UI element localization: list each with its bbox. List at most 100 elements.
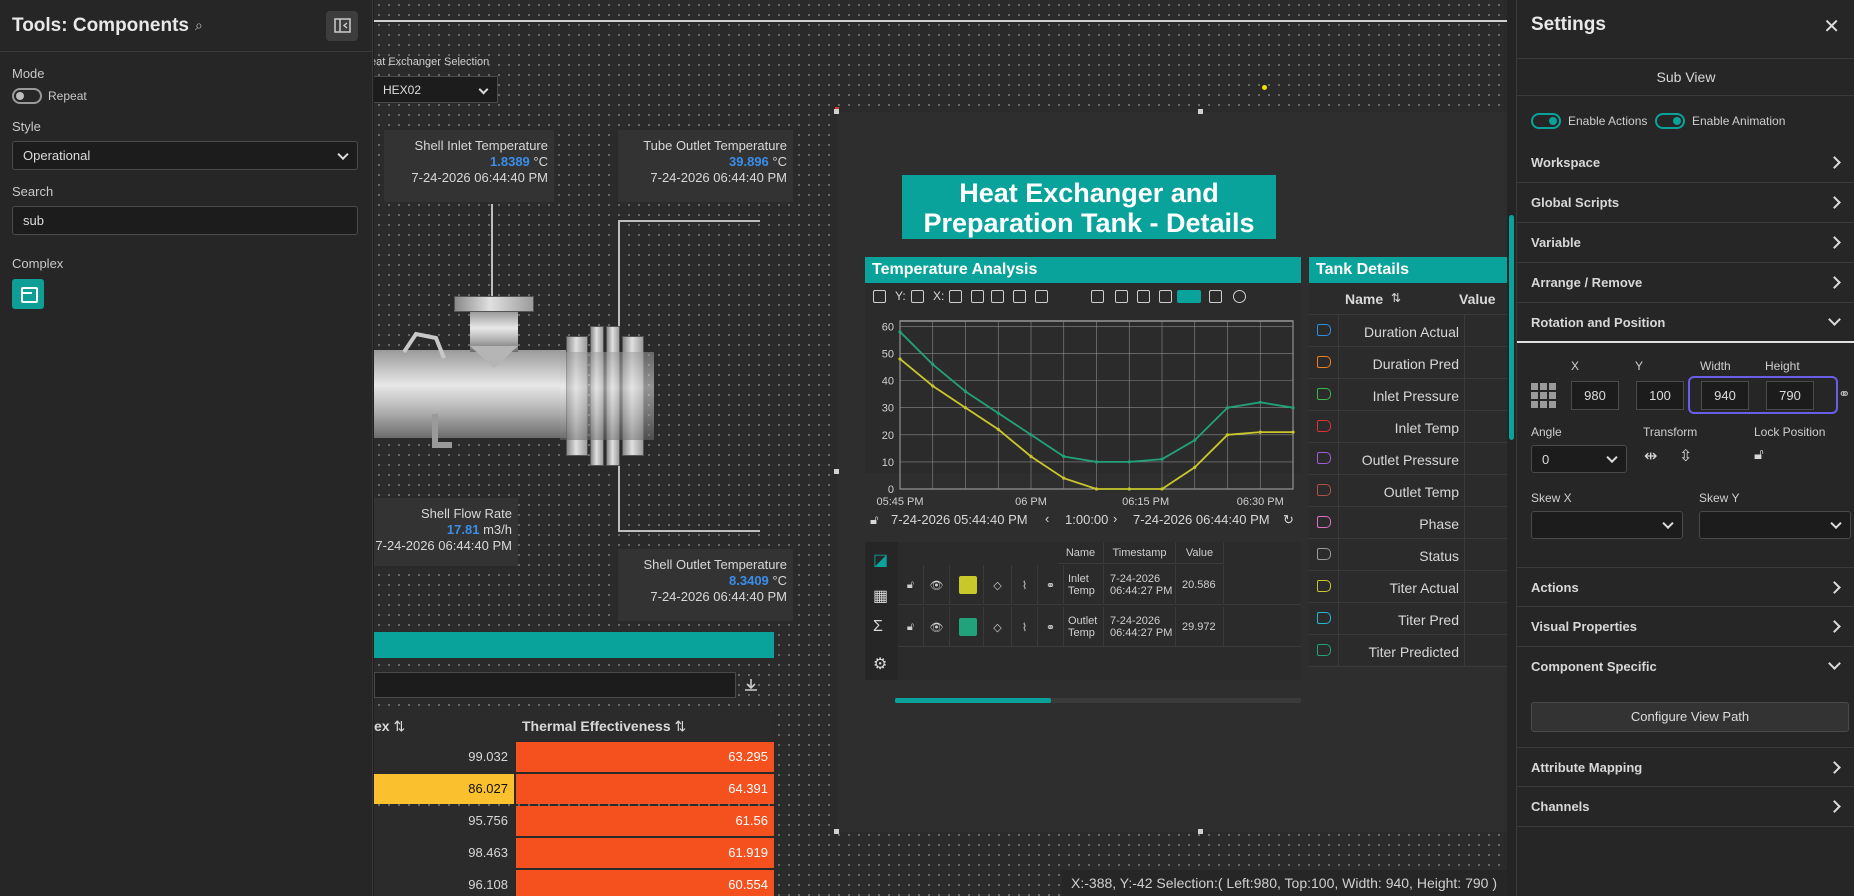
tag-icon[interactable] <box>1317 644 1331 656</box>
tank-row[interactable]: Titer Pred <box>1309 603 1507 635</box>
tag-icon[interactable] <box>1317 516 1331 528</box>
width-input[interactable]: 940 <box>1701 381 1749 410</box>
scrollbar-thumb[interactable] <box>895 698 1051 703</box>
resize-handle[interactable] <box>1198 829 1203 834</box>
flip-vertical-icon[interactable]: ⇳ <box>1679 446 1692 466</box>
section-component-specific[interactable]: Component Specific <box>1517 647 1854 687</box>
range-duration[interactable]: 1:00:00 <box>1065 512 1108 527</box>
download-icon[interactable] <box>1091 290 1104 303</box>
y-scale-icon[interactable] <box>911 290 924 303</box>
pin-icon[interactable]: ⌇ <box>1012 565 1038 605</box>
tag-icon[interactable] <box>1317 420 1331 432</box>
pan-icon[interactable] <box>1159 290 1172 303</box>
subview-component-icon[interactable] <box>12 279 44 309</box>
tank-row[interactable]: Inlet Pressure <box>1309 379 1507 411</box>
lower-table-col2-header[interactable]: Thermal Effectiveness ⇅ <box>516 711 774 741</box>
tank-row[interactable]: Outlet Temp <box>1309 475 1507 507</box>
lower-table-search[interactable] <box>374 672 736 698</box>
chevron-left-icon[interactable]: ‹ <box>1045 511 1049 526</box>
link-icon[interactable]: ⚭ <box>1838 385 1851 403</box>
range-start[interactable]: 7-24-2026 05:44:40 PM <box>891 512 1028 527</box>
lock-icon[interactable]: 🔓︎ <box>898 565 924 605</box>
x-input[interactable]: 980 <box>1571 381 1619 410</box>
canvas-scrollbar[interactable] <box>1507 0 1516 896</box>
enable-animation-toggle[interactable] <box>1655 113 1685 129</box>
temperature-chart[interactable]: 0 10 20 30 40 50 60 05:45 PM 06 PM 06:15 PM 06:30 … <box>865 311 1301 508</box>
tank-row[interactable]: Duration Actual <box>1309 315 1507 347</box>
repeat-toggle[interactable] <box>12 88 42 104</box>
section-visual-properties[interactable]: Visual Properties <box>1517 607 1854 647</box>
hex-selection-select[interactable]: HEX02 <box>374 76 498 103</box>
tag-icon[interactable] <box>1317 484 1331 496</box>
resize-handle[interactable] <box>834 109 839 114</box>
height-input[interactable]: 790 <box>1766 381 1814 410</box>
trend-icon[interactable] <box>1013 290 1026 303</box>
resize-handle[interactable] <box>834 829 839 834</box>
section-channels[interactable]: Channels <box>1517 787 1854 827</box>
link-icon[interactable] <box>1035 290 1048 303</box>
angle-select[interactable]: 0 <box>1531 445 1627 473</box>
tag-icon[interactable] <box>1317 580 1331 592</box>
pin-icon[interactable]: ⌇ <box>1012 607 1038 647</box>
tag-icon[interactable] <box>1317 548 1331 560</box>
resize-handle[interactable] <box>1198 109 1203 114</box>
refresh-icon[interactable]: ↻ <box>1283 512 1294 528</box>
horizontal-zoom-icon[interactable] <box>1177 290 1201 303</box>
sort-icon[interactable]: ⇅ <box>675 718 687 734</box>
chart-view-icon[interactable]: ◪ <box>873 550 888 570</box>
lock-icon[interactable]: 🔓︎ <box>870 512 878 528</box>
series-color-swatch[interactable] <box>950 565 984 605</box>
link-icon[interactable]: ⚭ <box>1038 607 1064 647</box>
series-color-swatch[interactable] <box>950 607 984 647</box>
section-workspace[interactable]: Workspace <box>1517 143 1854 183</box>
vertical-zoom-icon[interactable] <box>1209 290 1222 303</box>
tank-row[interactable]: Duration Pred <box>1309 347 1507 379</box>
tank-col-name[interactable]: Name <box>1345 291 1383 307</box>
download-icon[interactable] <box>743 677 759 693</box>
tag-icon[interactable] <box>1317 452 1331 464</box>
lower-table-col1-header[interactable]: ex ⇅ <box>374 711 514 741</box>
tag-icon[interactable] <box>1317 612 1331 624</box>
tank-row[interactable]: Titer Actual <box>1309 571 1507 603</box>
chart-type-icon[interactable] <box>873 290 886 303</box>
subview-component[interactable]: Heat Exchanger and Preparation Tank - De… <box>834 109 1507 834</box>
refresh-icon[interactable] <box>1233 290 1246 303</box>
skewx-select[interactable] <box>1531 511 1683 539</box>
zoom-icon[interactable] <box>971 290 984 303</box>
scrollbar-thumb[interactable] <box>1509 215 1514 440</box>
tag-icon[interactable]: ◇ <box>984 565 1012 605</box>
eye-icon[interactable]: 👁︎ <box>924 565 950 605</box>
tag-icon[interactable] <box>1317 356 1331 368</box>
tank-row[interactable]: Outlet Pressure <box>1309 443 1507 475</box>
section-rotation-position[interactable]: Rotation and Position <box>1517 303 1854 343</box>
sort-icon[interactable]: ⇅ <box>1391 291 1401 305</box>
tag-icon[interactable] <box>1317 324 1331 336</box>
lock-icon[interactable]: 🔓︎ <box>898 607 924 647</box>
area-icon[interactable] <box>991 290 1004 303</box>
chevron-right-icon[interactable]: › <box>1113 511 1117 526</box>
collapse-panel-button[interactable] <box>326 11 358 41</box>
close-icon[interactable]: ✕ <box>1823 14 1840 39</box>
search-component-icon[interactable]: ⌕ <box>195 17 203 34</box>
search-input[interactable]: sub <box>12 206 358 235</box>
section-arrange-remove[interactable]: Arrange / Remove <box>1517 263 1854 303</box>
skewy-select[interactable] <box>1699 511 1851 539</box>
tank-row[interactable]: Status <box>1309 539 1507 571</box>
y-input[interactable]: 100 <box>1636 381 1684 410</box>
tank-row[interactable]: Inlet Temp <box>1309 411 1507 443</box>
unlock-icon[interactable]: 🔓︎ <box>1754 446 1764 463</box>
tank-row[interactable]: Titer Predicted <box>1309 635 1507 667</box>
reset-icon[interactable] <box>1115 290 1128 303</box>
sort-icon[interactable]: ⇅ <box>393 718 405 734</box>
fullscreen-icon[interactable] <box>1137 290 1150 303</box>
link-icon[interactable]: ⚭ <box>1038 565 1064 605</box>
resize-handle[interactable] <box>834 469 839 474</box>
section-global-scripts[interactable]: Global Scripts <box>1517 183 1854 223</box>
tag-icon[interactable]: ◇ <box>984 607 1012 647</box>
sigma-icon[interactable]: Σ <box>873 618 883 636</box>
legend-scrollbar[interactable] <box>895 698 1301 703</box>
tag-icon[interactable] <box>1317 388 1331 400</box>
eye-icon[interactable]: 👁︎ <box>924 607 950 647</box>
style-select[interactable]: Operational <box>12 141 358 170</box>
design-canvas[interactable]: eat Exchanger Selection HEX02 Shell Inle… <box>374 0 1507 896</box>
